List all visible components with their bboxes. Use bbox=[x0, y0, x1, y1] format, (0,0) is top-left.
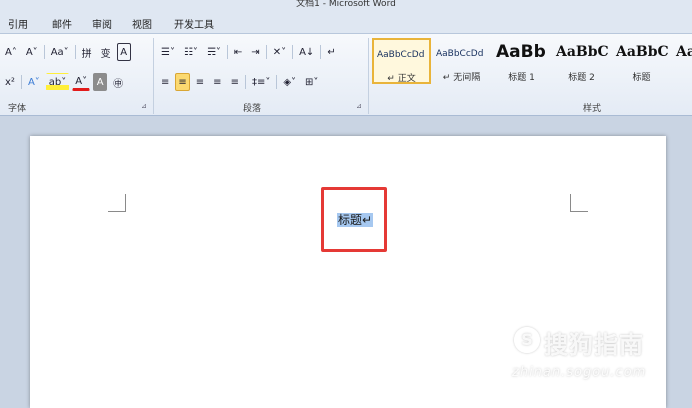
style-preview: AaBbC bbox=[616, 44, 669, 60]
tab-references[interactable]: 引用 bbox=[8, 16, 28, 31]
title-bar: 文档1 - Microsoft Word bbox=[0, 0, 692, 10]
line-spacing-button[interactable]: ‡≡˅ bbox=[249, 73, 273, 91]
style-preview: AaBbCcDd bbox=[377, 50, 425, 60]
sogou-watermark: S 搜狗指南 zhinan.sogou.com bbox=[480, 317, 670, 387]
enclose-char-button[interactable]: ㊥ bbox=[110, 73, 126, 91]
text-effects-button[interactable]: A˅ bbox=[25, 73, 43, 91]
separator bbox=[43, 45, 45, 59]
font-row-2: x² A˅ ab˅ A˅ A ㊥ bbox=[2, 72, 126, 92]
watermark-url: zhinan.sogou.com bbox=[512, 365, 647, 380]
font-color-button[interactable]: A˅ bbox=[72, 73, 91, 91]
style-preview: AaBbC bbox=[556, 44, 609, 60]
sort-button[interactable]: A↓ bbox=[296, 43, 317, 61]
sogou-logo-icon: S bbox=[514, 327, 540, 353]
character-shading-button[interactable]: A bbox=[93, 73, 108, 91]
group-divider bbox=[153, 38, 154, 114]
change-case-button[interactable]: Aa˅ bbox=[48, 43, 72, 61]
grow-font-button[interactable]: A˄ bbox=[2, 43, 20, 61]
style-subtitle[interactable]: AaE 副标 bbox=[672, 38, 692, 84]
group-divider bbox=[368, 38, 369, 114]
font-group-label: 字体 bbox=[8, 104, 27, 114]
style-name: 标题 1 bbox=[508, 73, 535, 83]
style-no-spacing[interactable]: AaBbCcDd ↵ 无间隔 bbox=[432, 38, 491, 84]
shading-button[interactable]: ◈˅ bbox=[280, 73, 299, 91]
styles-gallery: AaBbCcDd ↵ 正文 AaBbCcDd ↵ 无间隔 AaBb 标题 1 A… bbox=[372, 38, 692, 86]
style-preview: AaE bbox=[676, 44, 692, 60]
document-workspace[interactable]: 标题↵ S 搜狗指南 zhinan.sogou.com bbox=[0, 117, 692, 408]
superscript-button[interactable]: x² bbox=[2, 73, 18, 91]
numbering-button[interactable]: ☷˅ bbox=[181, 43, 201, 61]
separator bbox=[320, 45, 322, 59]
style-preview: AaBbCcDd bbox=[436, 49, 484, 59]
align-left-button[interactable]: ≡ bbox=[158, 73, 172, 91]
style-name: ↵ 正文 bbox=[387, 74, 416, 84]
show-marks-button[interactable]: ↵ bbox=[324, 43, 338, 61]
align-right-button[interactable]: ≡ bbox=[193, 73, 207, 91]
tab-mailings[interactable]: 邮件 bbox=[52, 16, 72, 31]
highlight-color-button[interactable]: ab˅ bbox=[45, 73, 70, 91]
phonetic-guide-button[interactable]: 拼 bbox=[79, 43, 95, 61]
style-preview: AaBb bbox=[496, 42, 546, 62]
distributed-button[interactable]: ≡ bbox=[228, 73, 242, 91]
separator bbox=[276, 75, 278, 89]
style-name: 标题 bbox=[632, 73, 651, 83]
separator bbox=[244, 75, 246, 89]
multilevel-list-button[interactable]: ☴˅ bbox=[204, 43, 224, 61]
margin-corner-top-left bbox=[108, 194, 126, 212]
font-row-1: A˄ A˅ Aa˅ 拼 变 A bbox=[2, 42, 131, 62]
heading-text[interactable]: 标题↵ bbox=[337, 213, 374, 227]
chinese-layout-button[interactable]: ✕˅ bbox=[270, 43, 289, 61]
bullets-button[interactable]: ☰˅ bbox=[158, 43, 178, 61]
tab-review[interactable]: 审阅 bbox=[92, 16, 112, 31]
decrease-indent-button[interactable]: ⇤ bbox=[231, 43, 245, 61]
margin-corner-top-right bbox=[570, 194, 588, 212]
separator bbox=[20, 75, 22, 89]
align-center-button[interactable]: ≡ bbox=[175, 73, 190, 91]
increase-indent-button[interactable]: ⇥ bbox=[248, 43, 262, 61]
style-name: 标题 2 bbox=[568, 73, 595, 83]
ribbon-tab-bar: 引用 邮件 审阅 视图 开发工具 bbox=[0, 10, 692, 34]
tab-view[interactable]: 视图 bbox=[132, 16, 152, 31]
borders-button[interactable]: ⊞˅ bbox=[302, 73, 321, 91]
character-border-button[interactable]: A bbox=[116, 43, 131, 61]
style-title[interactable]: AaBbC 标题 bbox=[612, 38, 671, 84]
separator bbox=[226, 45, 228, 59]
styles-group-label: 样式 bbox=[583, 104, 602, 114]
watermark-brand: 搜狗指南 bbox=[544, 331, 644, 359]
style-heading-1[interactable]: AaBb 标题 1 bbox=[492, 38, 551, 84]
tab-developer[interactable]: 开发工具 bbox=[174, 16, 214, 31]
paragraph-dialog-launcher-icon[interactable]: ⊿ bbox=[356, 102, 362, 110]
separator bbox=[265, 45, 267, 59]
highlight-annotation-box: 标题↵ bbox=[321, 187, 387, 252]
style-name: 副标 bbox=[673, 70, 692, 83]
separator bbox=[292, 45, 294, 59]
justify-button[interactable]: ≡ bbox=[210, 73, 224, 91]
paragraph-row-1: ☰˅ ☷˅ ☴˅ ⇤ ⇥ ✕˅ A↓ ↵ bbox=[158, 42, 339, 62]
shrink-font-button[interactable]: A˅ bbox=[23, 43, 41, 61]
window-title: 文档1 - Microsoft Word bbox=[296, 0, 396, 9]
ribbon: A˄ A˅ Aa˅ 拼 变 A x² A˅ ab˅ A˅ A ㊥ ☰˅ ☷˅ ☴… bbox=[0, 34, 692, 116]
paragraph-group-label: 段落 bbox=[243, 104, 262, 114]
paragraph-row-2: ≡ ≡ ≡ ≡ ≡ ‡≡˅ ◈˅ ⊞˅ bbox=[158, 72, 321, 92]
style-name: ↵ 无间隔 bbox=[442, 73, 481, 83]
style-heading-2[interactable]: AaBbC 标题 2 bbox=[552, 38, 611, 84]
font-dialog-launcher-icon[interactable]: ⊿ bbox=[141, 102, 147, 110]
separator bbox=[74, 45, 76, 59]
enclose-characters-button[interactable]: 变 bbox=[98, 43, 114, 61]
style-normal[interactable]: AaBbCcDd ↵ 正文 bbox=[372, 38, 431, 84]
